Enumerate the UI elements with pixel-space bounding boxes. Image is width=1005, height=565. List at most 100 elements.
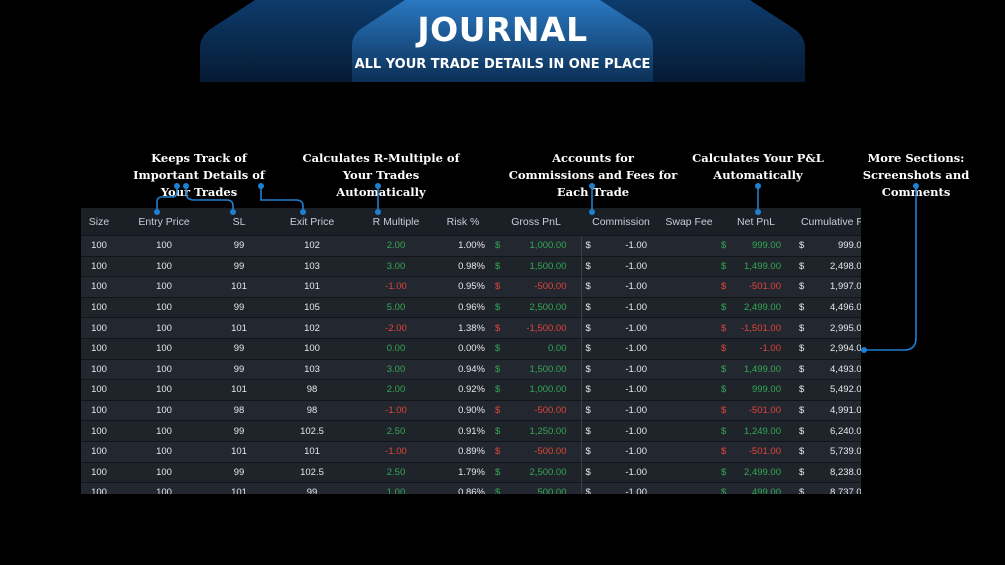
cell-entry-price: 100	[117, 399, 211, 421]
cell-value: -1,500.00	[526, 322, 567, 334]
cell-exit-price: 99	[267, 482, 357, 494]
table-row[interactable]: 100 100 99 103 3.00 0.98% $1,500.00 $ -1.00 $1,49…	[81, 255, 861, 277]
currency-symbol: $	[495, 466, 501, 478]
cell-r-multiple: 5.00	[357, 296, 435, 318]
cell-entry-price: 100	[117, 296, 211, 318]
currency-symbol: $	[799, 281, 805, 293]
cell-value: 1,500.00	[529, 260, 567, 272]
col-header-size[interactable]: Size	[81, 208, 117, 236]
currency-symbol: $	[585, 343, 591, 355]
cell-net-pnl: $499.00	[717, 482, 795, 494]
cell-sl: 101	[211, 276, 267, 298]
cell-size: 100	[81, 255, 117, 277]
currency-symbol: $	[721, 343, 727, 355]
cell-size: 100	[81, 358, 117, 380]
cell-value: -1.00	[759, 343, 781, 355]
cell-cumulative-pnl: $999.00	[795, 235, 861, 257]
cell-r-multiple: 1.00	[357, 482, 435, 494]
table-row[interactable]: 100 100 101 101 -1.00 0.89% $ -500.00 $ -1.00 $ -50…	[81, 440, 861, 463]
cell-risk: 1.79%	[435, 461, 491, 483]
cell-sl: 99	[211, 461, 267, 483]
table-row[interactable]: 100 100 98 98 -1.00 0.90% $ -500.00 $ -1.00 $ -501.…	[81, 399, 861, 421]
cell-net-pnl: $1,499.00	[717, 255, 795, 277]
currency-symbol: $	[585, 363, 591, 375]
cell-swap-fee	[661, 276, 717, 298]
currency-symbol: $	[721, 281, 727, 293]
cell-exit-price: 98	[267, 379, 357, 401]
cell-risk: 0.94%	[435, 358, 491, 380]
cell-entry-price: 100	[117, 379, 211, 401]
col-header-cumulative-pnl[interactable]: Cumulative PnL	[795, 208, 861, 236]
table-row[interactable]: 100 100 101 99 1.00 0.86% $500.00 $ -1.00 $499.00…	[81, 482, 861, 494]
cell-r-multiple: -1.00	[357, 440, 435, 463]
currency-symbol: $	[585, 322, 591, 334]
cell-entry-price: 100	[117, 235, 211, 257]
cell-gross-pnl: $ -1,500.00	[491, 317, 581, 339]
cell-value: 999.00	[837, 240, 861, 252]
col-header-entry-price[interactable]: Entry Price	[117, 208, 211, 236]
cell-gross-pnl: $1,500.00	[491, 255, 581, 277]
table-row[interactable]: 100 100 99 105 5.00 0.96% $2,500.00 $ -1.00 $2,49…	[81, 296, 861, 318]
cell-cumulative-pnl: $2,498.00	[795, 255, 861, 277]
currency-symbol: $	[495, 363, 501, 375]
cell-size: 100	[81, 440, 117, 463]
table-row[interactable]: 100 100 99 102 2.00 1.00% $1,000.00 $ -1.00 $999.…	[81, 235, 861, 257]
cell-cumulative-pnl: $2,995.00	[795, 317, 861, 339]
currency-symbol: $	[495, 240, 501, 252]
table-row[interactable]: 100 100 99 102.5 2.50 0.91% $1,250.00 $ -1.00 $1,…	[81, 420, 861, 442]
col-header-commission[interactable]: Commission	[581, 208, 661, 236]
cell-net-pnl: $ -501.00	[717, 399, 795, 421]
cell-risk: 0.95%	[435, 276, 491, 298]
cell-commission: $ -1.00	[580, 296, 661, 318]
page-subtitle: ALL YOUR TRADE DETAILS IN ONE PLACE	[354, 57, 651, 72]
col-header-r-multiple[interactable]: R Multiple	[357, 208, 435, 236]
cell-value: -1,501.00	[740, 322, 781, 334]
cell-commission: $ -1.00	[580, 276, 661, 298]
table-row[interactable]: 100 100 99 102.5 2.50 1.79% $2,500.00 $ -1.00 $2,…	[81, 461, 861, 483]
col-header-net-pnl[interactable]: Net PnL	[717, 208, 795, 236]
cell-r-multiple: 2.50	[357, 461, 435, 483]
col-header-gross-pnl[interactable]: Gross PnL	[491, 208, 581, 236]
currency-symbol: $	[721, 487, 727, 494]
cell-commission: $ -1.00	[580, 420, 661, 442]
cell-net-pnl: $999.00	[717, 235, 795, 257]
currency-symbol: $	[799, 446, 805, 458]
cell-gross-pnl: $ -500.00	[491, 399, 581, 421]
col-header-sl[interactable]: SL	[211, 208, 267, 236]
currency-symbol: $	[799, 384, 805, 396]
cell-sl: 101	[211, 317, 267, 339]
cell-swap-fee	[661, 255, 717, 277]
currency-symbol: $	[721, 425, 727, 437]
cell-commission: $ -1.00	[580, 440, 661, 463]
col-header-risk[interactable]: Risk %	[435, 208, 491, 236]
cell-commission: $ -1.00	[580, 317, 661, 339]
cell-value: 5,739.00	[830, 446, 861, 458]
cell-entry-price: 100	[117, 255, 211, 277]
table-row[interactable]: 100 100 101 101 -1.00 0.95% $ -500.00 $ -1.00 $ -50…	[81, 276, 861, 298]
annotation-track: Keeps Track of Important Details of Your…	[133, 151, 265, 199]
cell-gross-pnl: $500.00	[491, 482, 581, 494]
cell-value: 0.00	[548, 343, 567, 355]
cell-commission: $ -1.00	[580, 379, 661, 401]
currency-symbol: $	[721, 240, 727, 252]
cell-entry-price: 100	[117, 317, 211, 339]
col-header-exit-price[interactable]: Exit Price	[267, 208, 357, 236]
table-row[interactable]: 100 100 101 102 -2.00 1.38% $ -1,500.00 $ -1.00 $ -…	[81, 317, 861, 339]
cell-exit-price: 101	[267, 440, 357, 463]
table-row[interactable]: 100 100 99 103 3.00 0.94% $1,500.00 $ -1.00 $1,49…	[81, 358, 861, 380]
cell-value: 1,499.00	[744, 363, 781, 375]
cell-exit-price: 102	[267, 317, 357, 339]
cell-value: -501.00	[748, 446, 781, 458]
journal-table: Size Entry Price SL Exit Price R Multipl…	[81, 208, 861, 494]
cell-swap-fee	[661, 317, 717, 339]
cell-value: -500.00	[534, 281, 567, 293]
cell-r-multiple: 2.00	[357, 379, 435, 401]
cell-size: 100	[81, 317, 117, 339]
table-row[interactable]: 100 100 99 100 0.00 0.00% $0.00 $ -1.00 $ -1.00 $2,…	[81, 337, 861, 360]
col-header-swap-fee[interactable]: Swap Fee	[661, 208, 717, 236]
cell-value: -1.00	[625, 384, 647, 396]
table-row[interactable]: 100 100 101 98 2.00 0.92% $1,000.00 $ -1.00 $999.…	[81, 379, 861, 401]
cell-value: 2,500.00	[529, 466, 567, 478]
cell-entry-price: 100	[117, 482, 211, 494]
cell-size: 100	[81, 235, 117, 257]
